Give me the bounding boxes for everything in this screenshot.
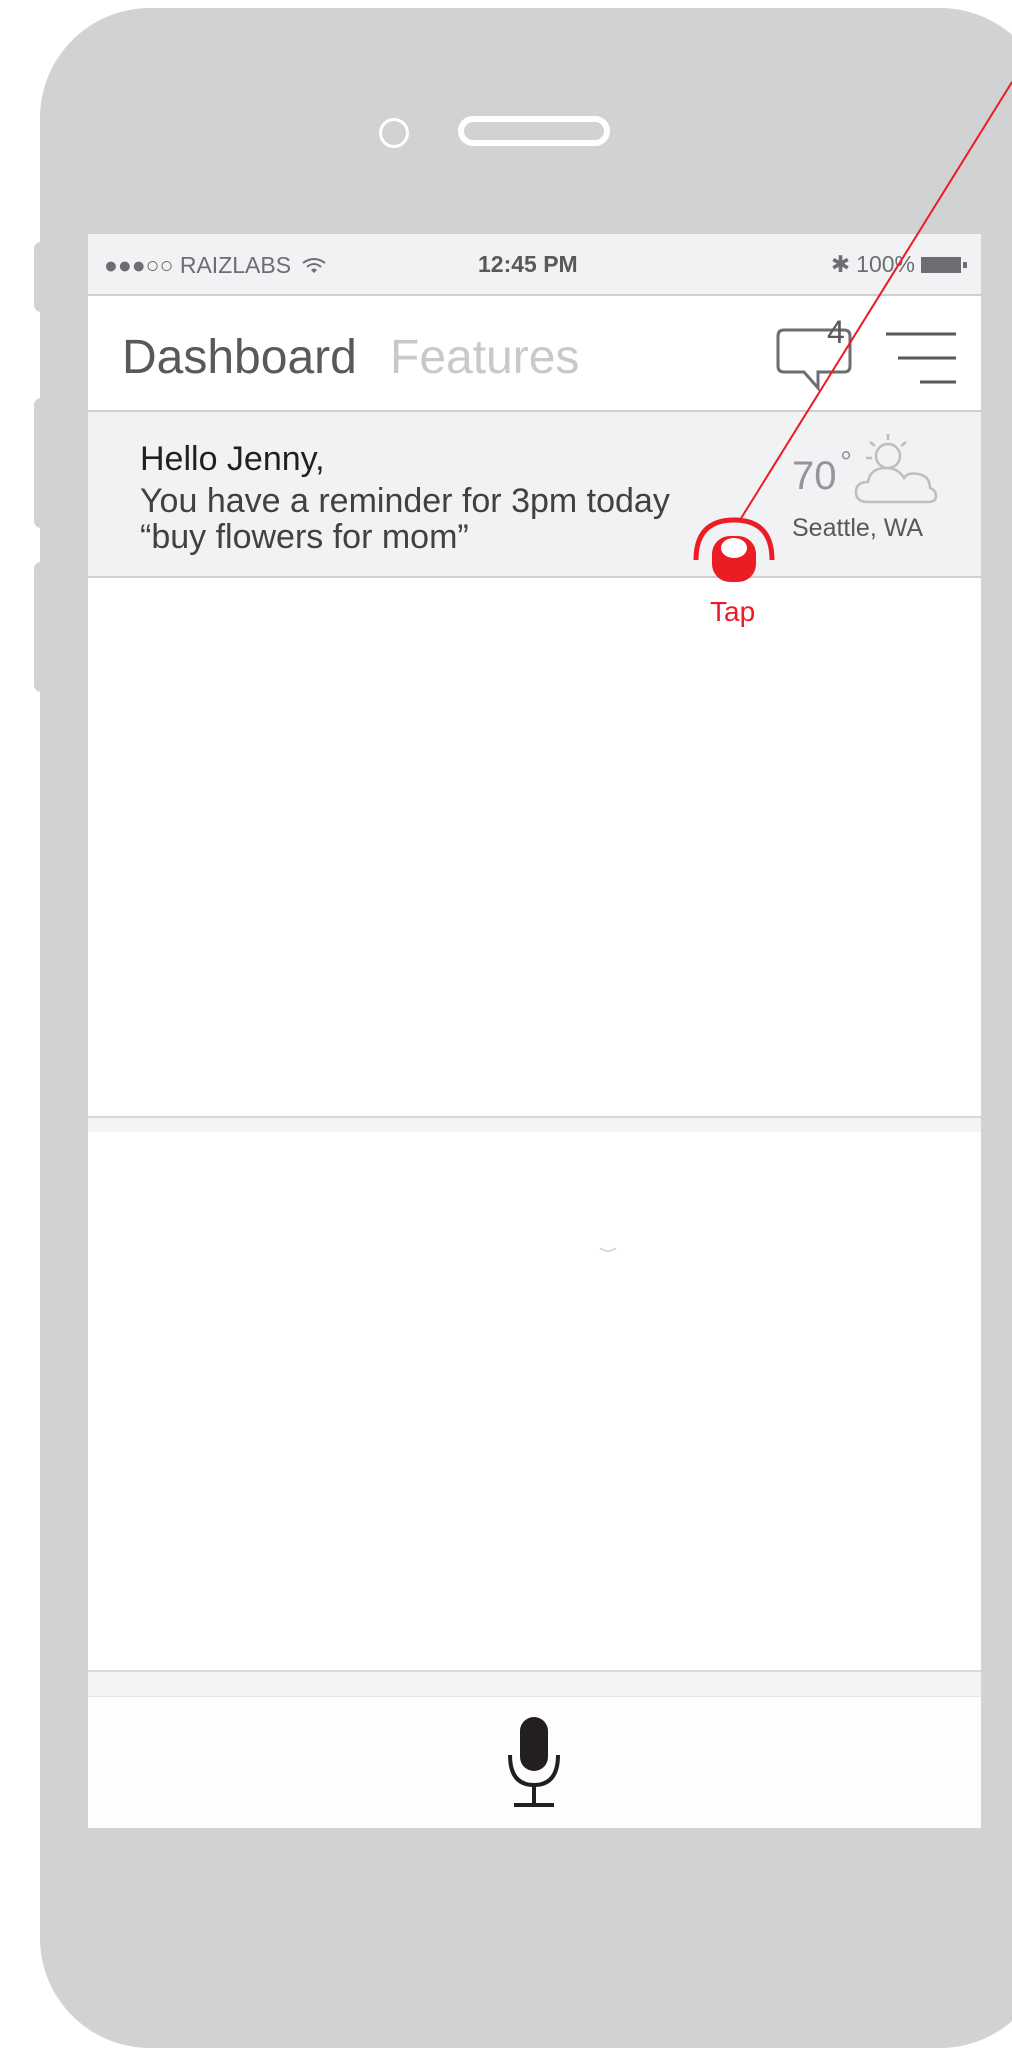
partly-cloudy-icon <box>854 434 938 504</box>
weather-location: Seattle, WA <box>792 514 924 542</box>
bluetooth-icon: ✱ <box>830 251 851 277</box>
loading-indicator <box>599 1247 617 1252</box>
content-panel-1 <box>88 578 981 1118</box>
content-panel-2 <box>88 1132 981 1672</box>
status-right: ✱ 100% <box>830 251 967 278</box>
greeting-text: Hello Jenny, <box>140 440 325 478</box>
nav-bar: Dashboard Features 4 <box>88 296 981 412</box>
panel-divider <box>88 1118 981 1133</box>
panel-divider-2 <box>88 1672 981 1696</box>
volume-down-button <box>34 562 48 692</box>
battery-icon <box>921 256 967 273</box>
wifi-icon <box>302 258 327 273</box>
earpiece-speaker <box>458 116 610 146</box>
carrier-text: ●●●○○ RAIZLABS <box>104 252 292 278</box>
weather-temperature: 70 <box>792 454 837 498</box>
status-time: 12:45 PM <box>478 251 578 277</box>
volume-up-button <box>34 398 48 528</box>
screen: ●●●○○ RAIZLABS 12:45 PM ✱ 100% Dashboard… <box>88 234 981 1828</box>
voice-input-bar <box>88 1696 981 1828</box>
reminder-card[interactable]: Hello Jenny, You have a reminder for 3pm… <box>88 412 981 578</box>
tap-annotation-label: Tap <box>710 596 756 627</box>
battery-percent: 100% <box>856 251 915 277</box>
reminder-line-1: You have a reminder for 3pm today <box>140 482 670 520</box>
microphone-icon[interactable] <box>506 1715 562 1811</box>
carrier-label: ●●●○○ RAIZLABS <box>104 252 327 279</box>
reminder-line-2: “buy flowers for mom” <box>140 518 469 556</box>
tab-features[interactable]: Features <box>390 330 579 385</box>
tab-dashboard[interactable]: Dashboard <box>122 330 357 385</box>
front-camera <box>379 118 409 148</box>
status-bar: ●●●○○ RAIZLABS 12:45 PM ✱ 100% <box>88 234 981 296</box>
hamburger-icon[interactable] <box>886 328 956 388</box>
tap-gesture-icon <box>693 517 775 582</box>
mute-switch <box>34 242 48 312</box>
chat-badge: 4 <box>827 314 845 350</box>
